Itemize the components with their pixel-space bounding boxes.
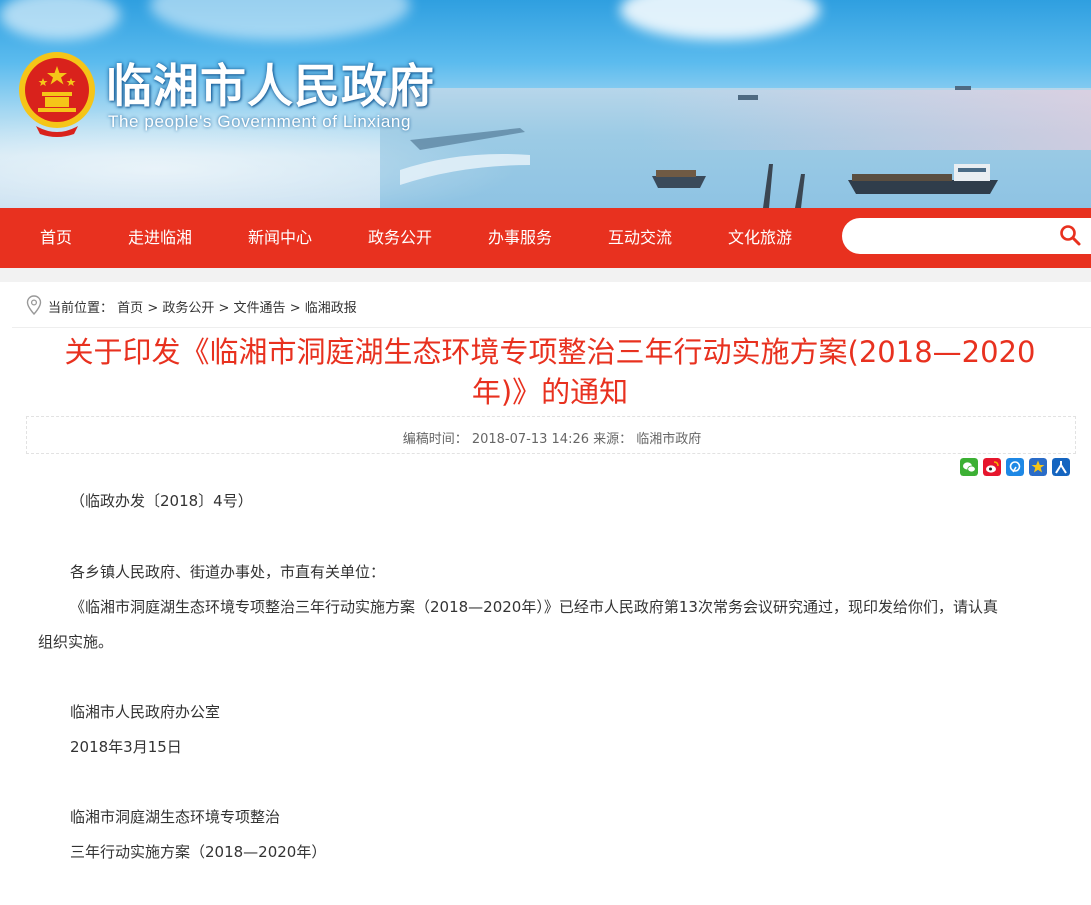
header-banner: 临湘市人民政府 The people's Government of Linxi… (0, 0, 1091, 208)
location-pin-icon (26, 295, 42, 315)
breadcrumb-separator: > (147, 301, 163, 316)
site-title: 临湘市人民政府 (106, 59, 435, 113)
sign-date: 2018年3月15日 (70, 738, 182, 756)
ship-graphic (652, 170, 706, 188)
weibo-icon[interactable] (983, 458, 1001, 476)
nav-item-interaction[interactable]: 互动交流 (608, 208, 672, 268)
star-icon[interactable] (1029, 458, 1047, 476)
nav-item-news[interactable]: 新闻中心 (248, 208, 312, 268)
body-line-1: 《临湘市洞庭湖生态环境专项整治三年行动实施方案（2018—2020年）》已经市人… (70, 598, 998, 616)
article-title: 关于印发《临湘市洞庭湖生态环境专项整治三年行动实施方案(2018—2020 年)… (30, 332, 1070, 412)
wechat-icon[interactable] (960, 458, 978, 476)
plan-title-line-1: 临湘市洞庭湖生态环境专项整治 (70, 808, 281, 826)
body-line-2: 组织实施。 (38, 633, 114, 651)
breadcrumb-bar: 当前位置： 首页 > 政务公开 > 文件通告 > 临湘政报 (12, 282, 1091, 328)
search-box (842, 218, 1091, 254)
pier-graphic (400, 128, 530, 185)
crane-graphic (763, 164, 805, 208)
breadcrumb-item-gov-affairs[interactable]: 政务公开 (162, 301, 214, 316)
nav-item-services[interactable]: 办事服务 (488, 208, 552, 268)
nav-item-about[interactable]: 走进临湘 (128, 208, 192, 268)
cargo-ship-graphic (848, 164, 998, 194)
nav-item-gov-affairs[interactable]: 政务公开 (368, 208, 432, 268)
search-icon[interactable] (1058, 223, 1082, 247)
search-input[interactable] (856, 222, 1056, 250)
breadcrumb-prefix: 当前位置： (48, 301, 114, 316)
site-subtitle: The people's Government of Linxiang (108, 112, 412, 131)
article-meta-box: 编稿时间： 2018-07-13 14:26 来源： 临湘市政府 (26, 416, 1076, 454)
breadcrumb-item-home[interactable]: 首页 (117, 301, 143, 316)
signature: 临湘市人民政府办公室 (70, 703, 221, 721)
meta-time-label: 编稿时间： (402, 432, 468, 447)
meta-source-label: 来源： (593, 432, 633, 447)
qzone-icon[interactable] (1006, 458, 1024, 476)
renren-icon[interactable] (1052, 458, 1070, 476)
breadcrumb: 当前位置： 首页 > 政务公开 > 文件通告 > 临湘政报 (48, 297, 357, 316)
doc-number: （临政办发〔2018〕4号） (70, 492, 253, 510)
breadcrumb-separator: > (289, 301, 305, 316)
article-title-line2: 年)》的通知 (471, 375, 629, 409)
breadcrumb-item-notices[interactable]: 文件通告 (234, 301, 286, 316)
article-meta: 编稿时间： 2018-07-13 14:26 来源： 临湘市政府 (27, 428, 1077, 447)
plan-title-line-2: 三年行动实施方案（2018—2020年） (70, 843, 327, 861)
national-emblem-icon (19, 52, 95, 137)
meta-source: 临湘市政府 (636, 432, 702, 447)
article-title-line1: 关于印发《临湘市洞庭湖生态环境专项整治三年行动实施方案(2018—2020 (64, 335, 1036, 369)
meta-time: 2018-07-13 14:26 (471, 432, 594, 447)
breadcrumb-separator: > (218, 301, 234, 316)
salutation: 各乡镇人民政府、街道办事处，市直有关单位： (70, 563, 386, 581)
breadcrumb-item-gazette[interactable]: 临湘政报 (305, 301, 357, 316)
nav-item-culture-tourism[interactable]: 文化旅游 (728, 208, 792, 268)
nav-item-home[interactable]: 首页 (40, 208, 72, 268)
